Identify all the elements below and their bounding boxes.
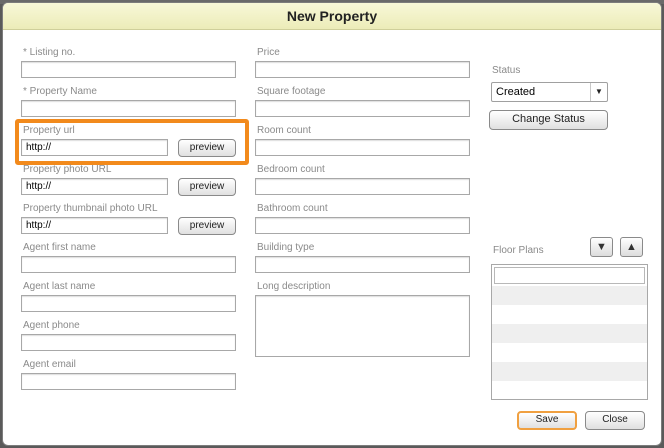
status-select-value: Created [496,86,536,98]
bedroom-count-input[interactable] [255,178,470,195]
long-description-textarea[interactable] [255,295,470,357]
property-url-highlight [15,119,249,165]
room-count-label: Room count [257,125,311,136]
status-label: Status [492,65,521,76]
thumb-url-preview-button[interactable]: preview [178,217,236,235]
property-name-input[interactable] [21,100,236,117]
thumb-url-input[interactable]: http:// [21,217,168,234]
price-label: Price [257,47,280,58]
list-item[interactable] [492,381,647,399]
floor-plans-list-header [494,267,645,284]
bathroom-count-label: Bathroom count [257,203,328,214]
square-footage-label: Square footage [257,86,326,97]
list-item[interactable] [492,286,647,305]
dialog-title: New Property [286,8,378,24]
square-footage-input[interactable] [255,100,470,117]
floor-plans-label: Floor Plans [493,245,544,256]
agent-phone-input[interactable] [21,334,236,351]
building-type-input[interactable] [255,256,470,273]
photo-url-preview-button[interactable]: preview [178,178,236,196]
photo-url-input[interactable]: http:// [21,178,168,195]
list-item[interactable] [492,324,647,343]
bathroom-count-input[interactable] [255,217,470,234]
agent-first-name-label: Agent first name [23,242,96,253]
chevron-down-icon: ▼ [590,83,607,101]
move-up-button[interactable]: ▲ [620,237,643,257]
agent-email-input[interactable] [21,373,236,390]
change-status-button[interactable]: Change Status [489,110,608,130]
save-button[interactable]: Save [517,411,577,430]
property-name-label: * Property Name [23,86,97,97]
price-input[interactable] [255,61,470,78]
list-item[interactable] [492,305,647,324]
listing-no-input[interactable] [21,61,236,78]
building-type-label: Building type [257,242,315,253]
floor-plans-list[interactable] [491,264,648,400]
agent-first-name-input[interactable] [21,256,236,273]
room-count-input[interactable] [255,139,470,156]
agent-email-label: Agent email [23,359,76,370]
list-item[interactable] [492,343,647,362]
long-description-label: Long description [257,281,331,292]
thumb-url-label: Property thumbnail photo URL [23,203,158,214]
photo-url-label: Property photo URL [23,164,112,175]
listing-no-label: * Listing no. [23,47,76,58]
triangle-down-icon: ▼ [596,241,607,253]
agent-phone-label: Agent phone [23,320,80,331]
agent-last-name-input[interactable] [21,295,236,312]
bedroom-count-label: Bedroom count [257,164,325,175]
agent-last-name-label: Agent last name [23,281,96,292]
move-down-button[interactable]: ▼ [590,237,613,257]
status-select[interactable]: Created ▼ [491,82,608,102]
new-property-dialog: New Property * Listing no. * Property Na… [2,2,662,446]
close-button[interactable]: Close [585,411,645,430]
dialog-titlebar: New Property [3,3,661,30]
list-item[interactable] [492,362,647,381]
triangle-up-icon: ▲ [626,241,637,253]
